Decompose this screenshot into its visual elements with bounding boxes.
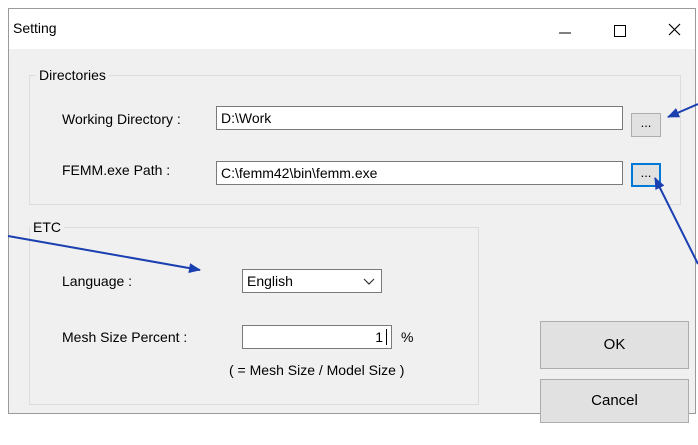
- cancel-button[interactable]: Cancel: [540, 379, 689, 423]
- language-label: Language :: [62, 273, 133, 289]
- setting-dialog: Setting Directories Working Directory : …: [8, 8, 696, 423]
- mesh-size-input[interactable]: 1: [242, 325, 392, 349]
- mesh-size-note: ( = Mesh Size / Model Size ): [229, 362, 405, 378]
- window-title: Setting: [13, 20, 57, 36]
- chevron-down-icon: [363, 278, 375, 285]
- language-selected-value: English: [247, 273, 293, 289]
- mesh-size-unit: %: [401, 329, 414, 345]
- femm-path-label: FEMM.exe Path :: [62, 162, 171, 178]
- etc-group-label: ETC: [30, 219, 64, 235]
- ok-button[interactable]: OK: [540, 321, 689, 369]
- directories-group-label: Directories: [36, 67, 109, 83]
- working-directory-input[interactable]: D:\Work: [216, 106, 623, 130]
- mesh-size-label: Mesh Size Percent :: [62, 329, 188, 345]
- minimize-button[interactable]: [541, 9, 587, 49]
- maximize-icon: [614, 25, 626, 37]
- title-bar[interactable]: Setting: [9, 9, 695, 49]
- maximize-button[interactable]: [596, 9, 642, 49]
- language-dropdown[interactable]: English: [242, 269, 382, 293]
- etc-group: ETC: [29, 219, 479, 405]
- femm-path-browse-button[interactable]: ...: [631, 163, 661, 187]
- directories-group: Directories: [29, 67, 681, 205]
- femm-path-input[interactable]: C:\femm42\bin\femm.exe: [216, 161, 623, 185]
- close-icon: [668, 23, 681, 36]
- working-directory-browse-button[interactable]: ...: [631, 113, 661, 137]
- working-directory-label: Working Directory :: [62, 111, 181, 127]
- close-button[interactable]: [651, 9, 697, 49]
- minimize-icon: [559, 32, 571, 34]
